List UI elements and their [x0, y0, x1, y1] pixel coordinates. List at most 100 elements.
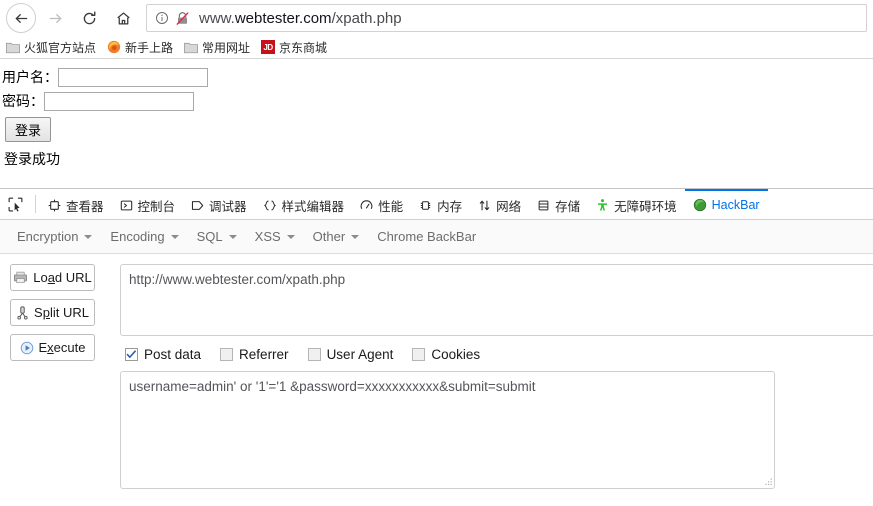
load-url-button[interactable]: Load URL	[10, 264, 95, 291]
style-editor-icon	[263, 199, 277, 212]
check-icon	[126, 350, 136, 358]
arrow-right-icon	[49, 13, 61, 23]
url-text: www.webtester.com/xpath.php	[199, 10, 402, 27]
devtools-tab-style-editor[interactable]: 样式编辑器	[255, 189, 353, 219]
devtools-tab-storage[interactable]: 存储	[529, 189, 588, 219]
execute-icon	[20, 341, 34, 355]
checkbox-label: Post data	[144, 347, 202, 362]
username-label: 用户名：	[2, 69, 58, 85]
url-host: webtester.com	[234, 9, 332, 27]
execute-label: Execute	[38, 340, 86, 355]
reload-button[interactable]	[72, 2, 106, 34]
devtools-tab-label: HackBar	[711, 198, 760, 212]
checkbox-box	[220, 348, 234, 361]
devtools-panel: 查看器 控制台 调试器 样式编辑器 性能 内存 网络 存储 无障碍环境 Hack…	[0, 188, 873, 489]
navigation-toolbar: www.webtester.com/xpath.php	[0, 0, 873, 36]
devtools-tab-network[interactable]: 网络	[470, 189, 529, 219]
info-circle-icon[interactable]	[155, 11, 169, 25]
accessibility-icon	[596, 198, 609, 212]
split-url-icon	[16, 305, 29, 320]
jd-icon-text: JD	[261, 40, 276, 54]
url-prefix: www.	[199, 9, 235, 27]
devtools-tab-inspector[interactable]: 查看器	[40, 189, 112, 219]
devtools-tab-bar: 查看器 控制台 调试器 样式编辑器 性能 内存 网络 存储 无障碍环境 Hack…	[0, 189, 873, 220]
hackbar-menu-encryption[interactable]: Encryption	[8, 226, 101, 247]
password-input[interactable]	[44, 91, 194, 111]
devtools-tab-performance[interactable]: 性能	[352, 189, 411, 219]
devtools-tab-label: 样式编辑器	[281, 199, 345, 214]
user-agent-checkbox[interactable]: User Agent	[307, 347, 393, 362]
password-label: 密码：	[2, 93, 44, 109]
password-row: 密码：	[2, 91, 873, 111]
arrow-left-icon	[15, 13, 27, 23]
hackbar-inputs: Post data Referrer User Agent Cookies	[120, 264, 873, 489]
devtools-tab-console[interactable]: 控制台	[112, 189, 184, 219]
username-row: 用户名：	[2, 67, 873, 87]
hackbar-menu-encoding[interactable]: Encoding	[101, 226, 187, 247]
hackbar-url-textarea[interactable]	[120, 264, 873, 336]
split-url-button[interactable]: Split URL	[10, 299, 95, 326]
referrer-checkbox[interactable]: Referrer	[220, 347, 289, 362]
lock-broken-icon[interactable]	[175, 11, 190, 26]
bookmark-label: 常用网址	[202, 40, 251, 55]
memory-icon	[419, 199, 432, 212]
load-url-label: Load URL	[33, 270, 92, 285]
folder-icon	[184, 41, 198, 54]
hackbar-menu-other[interactable]: Other	[304, 226, 369, 247]
split-url-label: Split URL	[34, 305, 89, 320]
debugger-icon	[191, 199, 204, 212]
chevron-down-icon	[84, 234, 93, 239]
bookmark-item[interactable]: 常用网址	[184, 39, 250, 56]
execute-button[interactable]: Execute	[10, 334, 95, 361]
checkbox-box	[412, 348, 426, 361]
chevron-down-icon	[228, 234, 237, 239]
jd-icon: JD	[261, 40, 276, 54]
chevron-down-icon	[170, 234, 179, 239]
hackbar-menu-label: Other	[312, 229, 346, 244]
post-data-checkbox[interactable]: Post data	[125, 347, 201, 362]
login-status-message: 登录成功	[4, 151, 60, 167]
hackbar-menu-sql[interactable]: SQL	[188, 226, 246, 247]
devtools-tab-label: 网络	[496, 199, 522, 214]
checkbox-box	[307, 348, 321, 361]
page-content: 用户名： 密码： 登录 登录成功	[0, 59, 873, 188]
checkbox-label: Referrer	[239, 347, 289, 362]
bookmark-label: 京东商城	[279, 40, 328, 55]
bookmarks-bar: 火狐官方站点 新手上路 常用网址 JD 京东商城	[0, 36, 873, 59]
checkbox-box-checked	[125, 348, 138, 361]
bookmark-item[interactable]: JD 京东商城	[261, 39, 327, 56]
performance-icon	[360, 199, 373, 212]
hackbar-menu-xss[interactable]: XSS	[246, 226, 304, 247]
cookies-checkbox[interactable]: Cookies	[412, 347, 480, 362]
devtools-tab-accessibility[interactable]: 无障碍环境	[588, 189, 685, 219]
browser-chrome: www.webtester.com/xpath.php 火狐官方站点 新手上路	[0, 0, 873, 59]
bookmark-item[interactable]: 火狐官方站点	[6, 39, 96, 56]
post-data-wrapper	[120, 371, 775, 489]
hackbar-menu-label: SQL	[196, 229, 223, 244]
forward-button[interactable]	[38, 2, 72, 34]
element-picker-icon[interactable]	[3, 189, 31, 219]
devtools-tab-memory[interactable]: 内存	[411, 189, 470, 219]
devtools-tab-hackbar[interactable]: HackBar	[684, 189, 768, 219]
bookmark-item[interactable]: 新手上路	[107, 39, 173, 56]
network-icon	[478, 199, 491, 212]
hackbar-menu-label: Encoding	[110, 229, 165, 244]
chevron-down-icon	[286, 234, 295, 239]
login-submit-button[interactable]: 登录	[5, 117, 52, 142]
checkbox-label: Cookies	[431, 347, 481, 362]
home-button[interactable]	[106, 2, 140, 34]
devtools-tab-label: 存储	[555, 199, 581, 214]
url-bar[interactable]: www.webtester.com/xpath.php	[146, 4, 867, 32]
hackbar-option-checkboxes: Post data Referrer User Agent Cookies	[125, 347, 873, 362]
hackbar-menu-chrome-backbar[interactable]: Chrome BackBar	[368, 226, 485, 247]
back-button[interactable]	[6, 3, 36, 33]
devtools-tab-label: 内存	[437, 199, 463, 214]
hackbar-action-buttons: Load URL Split URL Execute	[10, 264, 120, 489]
username-input[interactable]	[58, 67, 208, 87]
load-url-icon	[13, 271, 28, 284]
hackbar-menu-label: Chrome BackBar	[377, 229, 477, 244]
bookmark-label: 火狐官方站点	[24, 40, 97, 55]
hackbar-menu-label: XSS	[254, 229, 281, 244]
devtools-tab-debugger[interactable]: 调试器	[183, 189, 255, 219]
hackbar-post-data-textarea[interactable]	[120, 371, 775, 489]
